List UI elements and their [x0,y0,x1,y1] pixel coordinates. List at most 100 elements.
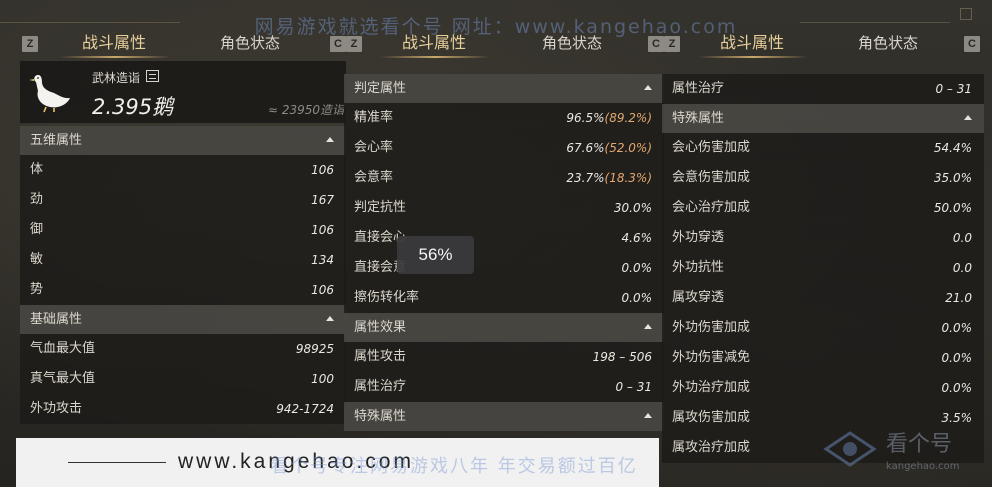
stat-label: 擦伤转化率 [354,290,420,305]
stat-label: 外功穿透 [672,230,725,245]
stat-value: 30.0% [613,201,652,215]
section-basic-attributes[interactable]: 基础属性 [20,305,346,334]
stat-value: 54.4% [933,141,972,155]
stat-row: 会意伤害加成 35.0% [662,163,984,193]
goose-equivalent: ≈ 23950造诣 [267,103,344,117]
footer-divider-left [68,462,166,463]
stat-value: 198 – 506 [592,350,652,364]
collapse-caret-icon[interactable] [326,137,334,142]
stat-value: 67.6%(52.0%) [566,141,652,155]
stat-label: 体 [30,162,44,177]
stat-label: 会心伤害加成 [672,140,751,155]
stat-label: 外功伤害减免 [672,350,751,365]
frame-line-right [800,22,950,23]
section-five-attributes[interactable]: 五维属性 [20,126,346,155]
tab-active-underline [698,56,808,58]
stat-label: 御 [30,222,44,237]
tab-key-c[interactable]: C [964,36,980,52]
stat-row: 劲 167 [20,185,346,215]
stat-row: 外功穿透 0.0 [662,223,984,253]
stat-value: 167 [311,193,334,207]
tab-key-z[interactable]: Z [346,36,362,52]
goose-amount: 2.395鹅 [92,95,174,119]
stat-row: 属性治疗 0 – 31 [344,372,664,402]
stat-value: 21.0 [945,291,972,305]
stat-label: 劲 [30,192,44,207]
collapse-caret-icon[interactable] [644,85,652,90]
stat-value: 0.0% [941,321,973,335]
stat-row: 判定抗性 30.0% [344,193,664,223]
section-title: 基础属性 [30,312,83,327]
zoom-percentage-tooltip: 56% [397,236,474,274]
stat-value: 0.0 [952,261,972,275]
stat-row: 外功伤害加成 0.0% [662,313,984,343]
panel-tabs: Z 战斗属性 角色状态 C [344,32,664,58]
collapse-caret-icon[interactable] [644,413,652,418]
stat-label: 会心率 [354,140,394,155]
stat-label: 属性治疗 [672,81,725,96]
stat-row: 会心率 67.6%(52.0%) [344,133,664,163]
collapse-caret-icon[interactable] [644,324,652,329]
stat-label: 势 [30,282,44,297]
stat-value: 0.0 [952,231,972,245]
section-attribute-effects[interactable]: 属性效果 [344,313,664,342]
stat-value: 0.0% [941,351,973,365]
stat-row: 气血最大值 98925 [20,334,346,364]
collapse-caret-icon[interactable] [326,316,334,321]
tab-combat-attributes[interactable]: 战斗属性 [720,32,784,54]
stat-row: 属性治疗 0 – 31 [662,74,984,104]
tab-character-status[interactable]: 角色状态 [858,32,918,54]
stat-value: 0.0% [621,291,653,305]
stat-value: 0 – 31 [935,82,972,96]
stat-row: 外功抗性 0.0 [662,253,984,283]
collapse-caret-icon[interactable] [964,115,972,120]
stat-label: 敏 [30,252,44,267]
tab-key-z[interactable]: Z [22,36,38,52]
stat-row: 精准率 96.5%(89.2%) [344,103,664,133]
stat-value: 4.6% [621,231,653,245]
tab-combat-attributes[interactable]: 战斗属性 [402,32,466,54]
stat-value: 23.7%(18.3%) [566,171,652,185]
stat-label: 外功伤害加成 [672,320,751,335]
panel-tabs: Z 战斗属性 角色状态 C [20,32,346,58]
stat-label: 外功攻击 [30,401,83,416]
stat-value: 106 [311,223,334,237]
tab-character-status[interactable]: 角色状态 [220,32,280,54]
section-special-attributes[interactable]: 特殊属性 [344,402,664,431]
tab-character-status[interactable]: 角色状态 [542,32,602,54]
frame-line-left [0,22,180,23]
stat-row: 擦伤转化率 0.0% [344,283,664,313]
stat-label: 属攻治疗加成 [672,440,751,455]
goose-icon [29,75,70,113]
kangehao-logo-icon: 看个号 kangehao.com [823,431,960,472]
stat-value: 0.0% [621,261,653,275]
stat-row: 会心伤害加成 54.4% [662,133,984,163]
guild-detail-icon[interactable] [146,70,159,82]
stat-label: 外功抗性 [672,260,725,275]
section-title: 属性效果 [354,320,407,335]
stat-row: 属性攻击 198 – 506 [344,342,664,372]
section-special-attributes[interactable]: 特殊属性 [662,104,984,133]
section-judgement-attributes[interactable]: 判定属性 [344,74,664,103]
stat-label: 判定抗性 [354,200,407,215]
stat-row: 外功攻击 942-1724 [20,394,346,424]
tab-active-underline [380,56,490,58]
stat-value: 100 [311,372,334,386]
tab-key-z[interactable]: Z [664,36,680,52]
stat-row: 御 106 [20,215,346,245]
stat-label: 属性攻击 [354,349,407,364]
footer-overlay-watermark: 看个号专注网易游戏八年 年交易额过百亿 [270,456,638,477]
logo-subtext: kangehao.com [886,461,960,472]
frame-corner [960,8,972,20]
section-title: 特殊属性 [672,111,725,126]
stat-row: 属攻穿透 21.0 [662,283,984,313]
combat-panel-left: Z 战斗属性 角色状态 C 武林造诣 2.395鹅 ≈ 23950造诣 五维属性… [20,32,346,487]
logo-text: 看个号 [886,432,952,457]
stat-value: 35.0% [933,171,972,185]
stat-row: 直接会心 4.6% [344,223,664,253]
stat-label: 属攻穿透 [672,290,725,305]
stat-label: 会心治疗加成 [672,200,751,215]
stat-label: 会意伤害加成 [672,170,751,185]
tab-combat-attributes[interactable]: 战斗属性 [82,32,146,54]
stat-row: 会心治疗加成 50.0% [662,193,984,223]
